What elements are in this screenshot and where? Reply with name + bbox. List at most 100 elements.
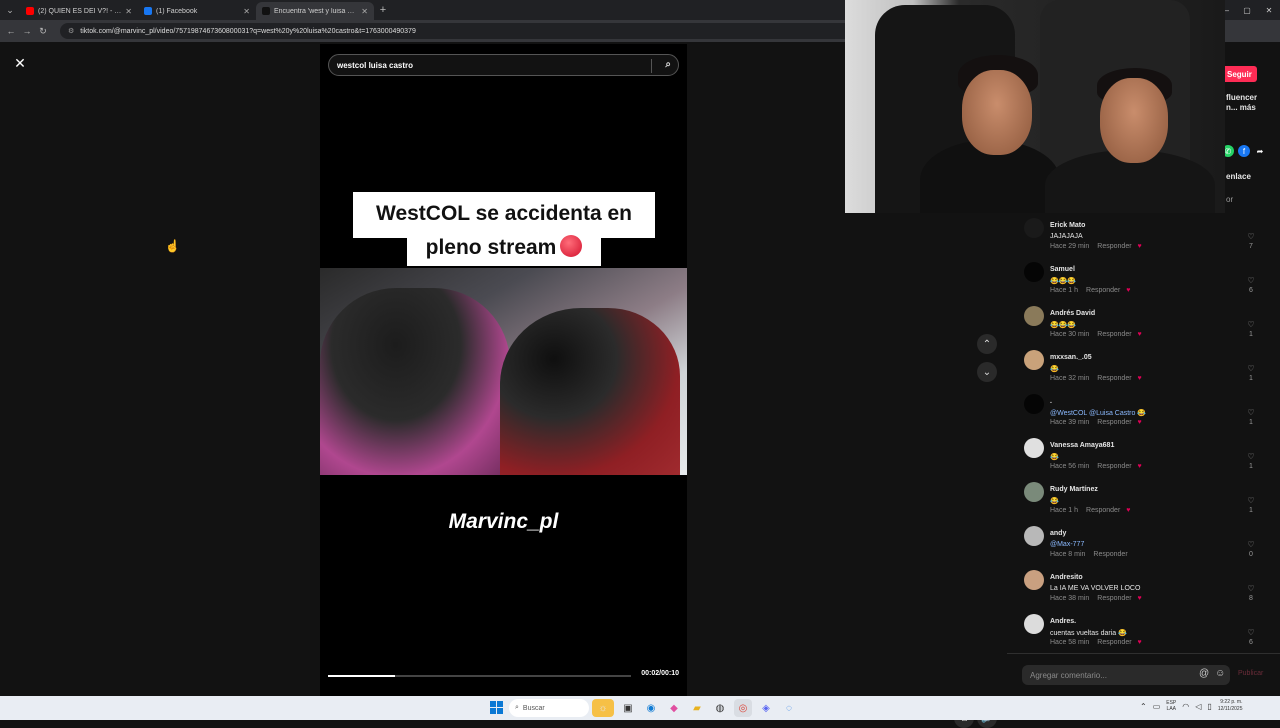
comment-author[interactable]: Andres. <box>1050 618 1076 625</box>
windows-taskbar: ⌕ Buscar ☼ ▣ ◉ ◆ ▰ ◍ ◎ ◈ ◌ ⌃ ▭ ESP LAA ◠ … <box>0 696 1280 720</box>
heart-icon: ♡ <box>1247 628 1255 637</box>
avatar[interactable] <box>1024 394 1044 414</box>
tab-close-icon[interactable]: ✕ <box>243 7 250 16</box>
avatar[interactable] <box>1024 438 1044 458</box>
windows-start-icon[interactable] <box>490 701 503 714</box>
avatar[interactable] <box>1024 482 1044 502</box>
reply-button[interactable]: Responder <box>1086 507 1120 514</box>
avatar[interactable] <box>1024 218 1044 238</box>
discord-icon[interactable]: ◈ <box>757 699 775 717</box>
copy-link-button[interactable]: enlace <box>1226 172 1251 181</box>
comment-like-button[interactable]: ♡ 0 <box>1245 540 1257 558</box>
comment-like-button[interactable]: ♡ 6 <box>1245 276 1257 294</box>
app-icon[interactable]: ◌ <box>780 699 798 717</box>
obs-icon[interactable]: ◍ <box>711 699 729 717</box>
wifi-icon[interactable]: ◠ <box>1182 702 1189 711</box>
avatar[interactable] <box>1024 306 1044 326</box>
comment-author[interactable]: Vanessa Amaya681 <box>1050 442 1114 449</box>
tab-fragment[interactable]: or <box>1226 195 1233 204</box>
browser-tab[interactable]: (2) QUIEN ES DEI V?! - DEI V (F... ✕ <box>20 2 138 20</box>
avatar[interactable] <box>1024 570 1044 590</box>
avatar[interactable] <box>1024 526 1044 546</box>
emoji-icon[interactable]: ☺ <box>1215 668 1225 679</box>
creator-liked-icon: ♥ <box>1126 507 1131 514</box>
tray-app-icon[interactable]: ▭ <box>1153 702 1161 711</box>
comment-like-button[interactable]: ♡ 6 <box>1245 628 1257 646</box>
volume-tray-icon[interactable]: ◁ <box>1195 702 1201 711</box>
reply-button[interactable]: Responder <box>1097 463 1131 470</box>
comment-time: Hace 1 h <box>1050 287 1079 294</box>
comment-text: 😂 <box>1050 498 1059 505</box>
browser-tab[interactable]: (1) Facebook ✕ <box>138 2 256 20</box>
store-icon[interactable]: ◆ <box>665 699 683 717</box>
file-explorer-icon[interactable]: ▰ <box>688 699 706 717</box>
reply-button[interactable]: Responder <box>1097 419 1131 426</box>
comment-like-button[interactable]: ♡ 8 <box>1245 584 1257 602</box>
video-player[interactable]: westcol luisa castro ⌕ WestCOL se accide… <box>320 44 687 696</box>
comment-author[interactable]: Andresito <box>1050 574 1083 581</box>
next-video-button[interactable]: ⌄ <box>977 362 997 382</box>
tab-search-chevron-icon[interactable]: ⌄ <box>0 0 20 20</box>
task-view-icon[interactable]: ▣ <box>619 699 637 717</box>
comment-time: Hace 58 min <box>1050 639 1090 646</box>
edge-icon[interactable]: ◉ <box>642 699 660 717</box>
mouse-cursor-icon: ☝ <box>165 239 180 253</box>
search-icon[interactable]: ⌕ <box>665 59 671 70</box>
new-tab-button[interactable]: + <box>374 4 392 16</box>
like-count: 1 <box>1249 331 1253 338</box>
reply-button[interactable]: Responder <box>1097 639 1131 646</box>
mention-icon[interactable]: @ <box>1199 668 1209 679</box>
avatar[interactable] <box>1024 350 1044 370</box>
comment-author[interactable]: andy <box>1050 530 1066 537</box>
comment-text: @Max-777 <box>1050 541 1085 548</box>
back-icon[interactable]: ← <box>4 24 18 38</box>
video-watermark: Marvinc_pl <box>448 510 559 533</box>
description-more-link[interactable]: n... más <box>1226 103 1256 112</box>
reply-button[interactable]: Responder <box>1097 243 1131 250</box>
avatar[interactable] <box>1024 262 1044 282</box>
site-info-icon[interactable]: ⚙ <box>68 27 74 35</box>
avatar[interactable] <box>1024 614 1044 634</box>
facebook-icon[interactable]: f <box>1238 145 1250 157</box>
tray-chevron-icon[interactable]: ⌃ <box>1140 702 1147 711</box>
clock[interactable]: 9:22 p. m. 12/11/2025 <box>1218 699 1243 713</box>
reload-icon[interactable]: ↻ <box>36 24 50 38</box>
comment-author[interactable]: Erick Mato <box>1050 222 1085 229</box>
battery-icon[interactable]: ▯ <box>1207 702 1211 711</box>
comment-author[interactable]: Samuel <box>1050 266 1075 273</box>
reply-button[interactable]: Responder <box>1086 287 1120 294</box>
taskbar-search[interactable]: ⌕ Buscar <box>509 699 589 717</box>
follow-button[interactable]: Seguir <box>1225 66 1257 82</box>
widgets-icon[interactable]: ☼ <box>592 699 614 717</box>
close-video-button[interactable]: ✕ <box>10 53 30 73</box>
tab-close-icon[interactable]: ✕ <box>361 7 368 16</box>
reply-button[interactable]: Responder <box>1097 331 1131 338</box>
language-indicator[interactable]: ESP LAA <box>1166 700 1176 712</box>
reply-button[interactable]: Responder <box>1097 375 1131 382</box>
comment-like-button[interactable]: ♡ 1 <box>1245 452 1257 470</box>
close-window-icon[interactable]: ✕ <box>1258 0 1280 20</box>
video-progress-bar[interactable] <box>328 675 631 677</box>
comment-author[interactable]: . <box>1050 398 1052 405</box>
search-input[interactable]: westcol luisa castro ⌕ <box>328 54 679 76</box>
browser-tab[interactable]: Encuentra 'west y luisa cast... ✕ <box>256 2 374 20</box>
comment-like-button[interactable]: ♡ 1 <box>1245 320 1257 338</box>
forward-icon[interactable]: → <box>20 24 34 38</box>
comment-like-button[interactable]: ♡ 7 <box>1245 232 1257 250</box>
previous-video-button[interactable]: ⌃ <box>977 334 997 354</box>
comment-author[interactable]: Rudy Martínez <box>1050 486 1098 493</box>
comment-author[interactable]: mxxsan._.05 <box>1050 354 1092 361</box>
post-comment-button[interactable]: Publicar <box>1238 670 1263 677</box>
reply-button[interactable]: Responder <box>1093 551 1127 558</box>
comment-author[interactable]: Andrés David <box>1050 310 1095 317</box>
comment-like-button[interactable]: ♡ 1 <box>1245 364 1257 382</box>
maximize-icon[interactable]: ▢ <box>1236 0 1258 20</box>
tab-close-icon[interactable]: ✕ <box>125 7 132 16</box>
url-field[interactable]: ⚙ tiktok.com/@marvinc_pl/video/757198746… <box>60 23 860 39</box>
system-tray: ⌃ ▭ ESP LAA ◠ ◁ ▯ 9:22 p. m. 12/11/2025 <box>1140 699 1242 713</box>
share-arrow-icon[interactable]: ➦ <box>1254 145 1266 157</box>
reply-button[interactable]: Responder <box>1097 595 1131 602</box>
chrome-icon[interactable]: ◎ <box>734 699 752 717</box>
comment-like-button[interactable]: ♡ 1 <box>1245 496 1257 514</box>
comment-like-button[interactable]: ♡ 1 <box>1245 408 1257 426</box>
